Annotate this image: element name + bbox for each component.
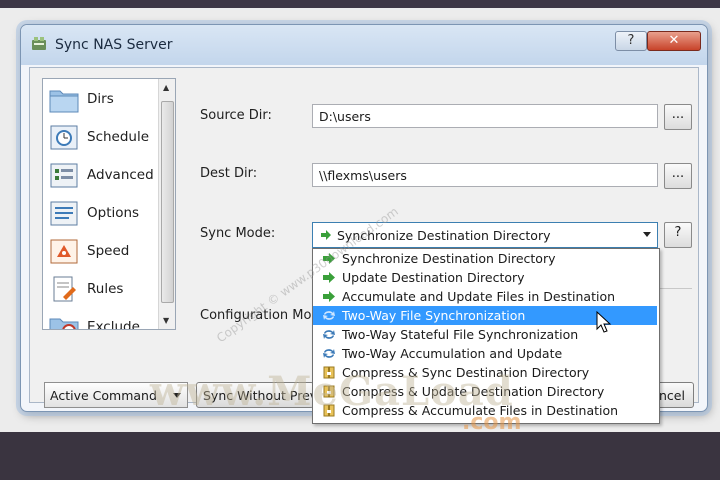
sidebar-item-label: Schedule xyxy=(87,129,150,145)
rules-icon xyxy=(49,275,79,303)
dropdown-option-label: Compress & Accumulate Files in Destinati… xyxy=(342,403,619,418)
sidebar-item-label: Dirs xyxy=(87,91,114,107)
compress-icon xyxy=(322,366,336,379)
dropdown-option[interactable]: Synchronize Destination Directory xyxy=(313,249,657,268)
source-dir-field[interactable]: D:\users xyxy=(312,104,658,128)
sidebar-item-options[interactable]: Options xyxy=(49,197,161,229)
sidebar-item-label: Rules xyxy=(87,281,124,297)
dropdown-option[interactable]: Compress & Update Destination Directory xyxy=(313,382,657,401)
green-arrow-icon xyxy=(322,271,336,284)
dropdown-option[interactable]: Accumulate and Update Files in Destinati… xyxy=(313,287,657,306)
close-button[interactable]: ✕ xyxy=(647,31,701,51)
title-bar[interactable]: Sync NAS Server ? ✕ xyxy=(21,25,707,65)
dropdown-option-label: Compress & Update Destination Directory xyxy=(342,384,605,399)
sidebar-item-schedule[interactable]: Schedule xyxy=(49,121,161,153)
advanced-icon xyxy=(49,161,79,189)
scroll-down-icon[interactable]: ▼ xyxy=(163,316,169,325)
help-button[interactable]: ? xyxy=(615,31,647,51)
browse-dest-button[interactable]: ... xyxy=(664,163,692,189)
sync-mode-combobox[interactable]: Synchronize Destination Directory xyxy=(312,222,658,248)
active-command-value: Active Command xyxy=(50,388,157,403)
active-command-combobox[interactable]: Active Command xyxy=(44,382,188,408)
dropdown-option-label: Synchronize Destination Directory xyxy=(342,251,556,266)
sidebar-item-advanced[interactable]: Advanced xyxy=(49,159,161,191)
chevron-down-icon xyxy=(173,393,181,398)
dropdown-option-label: Compress & Sync Destination Directory xyxy=(342,365,590,380)
dropdown-option[interactable]: Compress & Sync Destination Directory xyxy=(313,363,657,382)
sidebar-list: Dirs Schedule Advanced Options Speed Rul… xyxy=(42,78,176,330)
sidebar-item-dirs[interactable]: Dirs xyxy=(49,83,161,115)
green-arrow-icon xyxy=(320,229,332,241)
two-way-sync-icon xyxy=(322,309,336,322)
speed-icon xyxy=(49,237,79,265)
dest-dir-field[interactable]: \\flexms\users xyxy=(312,163,658,187)
sidebar-scrollbar[interactable]: ▲ ▼ xyxy=(158,79,175,329)
scroll-up-icon[interactable]: ▲ xyxy=(163,83,169,92)
sync-mode-dropdown-list: Synchronize Destination Directory Update… xyxy=(312,248,660,424)
compress-icon xyxy=(322,404,336,417)
cancel-button[interactable]: ncel xyxy=(654,382,694,408)
sync-without-preview-button[interactable]: Sync Without Prev xyxy=(196,382,314,408)
dialog-client-area: Dirs Schedule Advanced Options Speed Rul… xyxy=(29,67,699,424)
window-title: Sync NAS Server xyxy=(55,37,173,53)
dropdown-option[interactable]: Update Destination Directory xyxy=(313,268,657,287)
folder-icon xyxy=(49,85,79,113)
sync-mode-label: Sync Mode: xyxy=(200,226,276,241)
sidebar-item-rules[interactable]: Rules xyxy=(49,273,161,305)
sync-nas-server-window: Sync NAS Server ? ✕ Dirs Schedule Advanc… xyxy=(20,24,708,424)
sidebar-item-label: Exclude xyxy=(87,319,140,330)
app-icon xyxy=(31,37,47,51)
configuration-mode-label: Configuration Mod xyxy=(200,308,320,323)
screen-top-bar xyxy=(0,0,720,8)
compress-icon xyxy=(322,385,336,398)
screen-bottom-bar xyxy=(0,432,720,480)
sidebar-item-label: Advanced xyxy=(87,167,154,183)
sidebar-item-speed[interactable]: Speed xyxy=(49,235,161,267)
dropdown-option-label: Two-Way Accumulation and Update xyxy=(342,346,563,361)
two-way-sync-icon xyxy=(322,328,336,341)
sync-mode-help-button[interactable]: ? xyxy=(664,222,692,248)
options-icon xyxy=(49,199,79,227)
schedule-icon xyxy=(49,123,79,151)
sidebar-item-exclude[interactable]: Exclude xyxy=(49,311,161,330)
dropdown-option-label: Accumulate and Update Files in Destinati… xyxy=(342,289,616,304)
chevron-down-icon xyxy=(643,232,651,237)
sidebar-item-label: Speed xyxy=(87,243,130,259)
exclude-icon xyxy=(49,313,79,329)
dropdown-option[interactable]: Compress & Accumulate Files in Destinati… xyxy=(313,401,657,420)
mouse-cursor-icon xyxy=(596,311,612,333)
dropdown-option-label: Update Destination Directory xyxy=(342,270,525,285)
green-arrow-icon xyxy=(322,290,336,303)
dropdown-option-label: Two-Way File Synchronization xyxy=(342,308,526,323)
browse-source-button[interactable]: ... xyxy=(664,104,692,130)
dropdown-option-label: Two-Way Stateful File Synchronization xyxy=(342,327,579,342)
sync-mode-value: Synchronize Destination Directory xyxy=(337,228,551,243)
dest-dir-label: Dest Dir: xyxy=(200,166,258,181)
green-arrow-icon xyxy=(322,252,336,265)
dropdown-option[interactable]: Two-Way Accumulation and Update xyxy=(313,344,657,363)
two-way-sync-icon xyxy=(322,347,336,360)
sidebar-item-label: Options xyxy=(87,205,140,221)
source-dir-label: Source Dir: xyxy=(200,108,272,123)
scrollbar-thumb[interactable] xyxy=(161,101,174,303)
